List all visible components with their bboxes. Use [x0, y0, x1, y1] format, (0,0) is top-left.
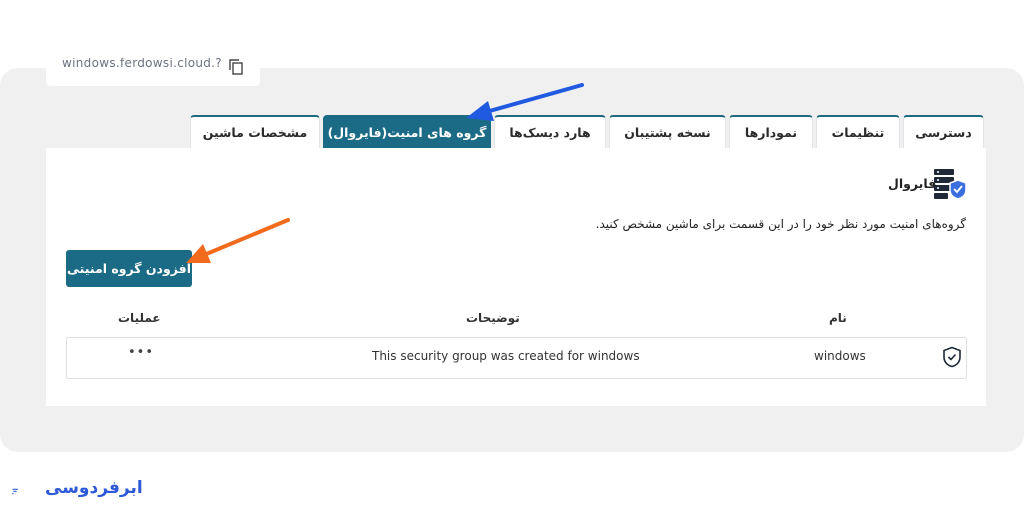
section-title: فایروال	[888, 176, 937, 191]
tab-machine-specs[interactable]: مشخصات ماشین	[190, 115, 320, 148]
row-name: windows	[814, 349, 866, 363]
header-description: توضیحات	[466, 311, 520, 325]
host-address: windows.ferdowsi.cloud.???	[62, 58, 222, 70]
header-name: نام	[829, 311, 847, 325]
tab-settings[interactable]: تنظیمات	[816, 115, 900, 148]
brand-logo-icon	[12, 488, 18, 495]
row-description: This security group was created for wind…	[372, 349, 640, 363]
tab-backup[interactable]: نسخه پشتیبان	[609, 115, 726, 148]
tab-security-groups[interactable]: گروه های امنیت(فایروال)	[323, 115, 491, 148]
shield-check-icon	[943, 346, 961, 368]
brand-name: ابرفردوسی	[45, 478, 143, 498]
more-actions-button[interactable]: •••	[128, 345, 154, 360]
copy-icon[interactable]	[228, 58, 244, 76]
tab-charts[interactable]: نمودارها	[729, 115, 813, 148]
header-actions: عملیات	[118, 311, 161, 325]
tab-hard-disks[interactable]: هارد دیسک‌ها	[494, 115, 606, 148]
section-description: گروه‌های امنیت مورد نظر خود را در این قس…	[595, 217, 966, 231]
firewall-icon	[934, 169, 967, 200]
add-security-group-button[interactable]: افزودن گروه امنیتی	[66, 250, 192, 287]
tab-access[interactable]: دسترسی	[903, 115, 984, 148]
